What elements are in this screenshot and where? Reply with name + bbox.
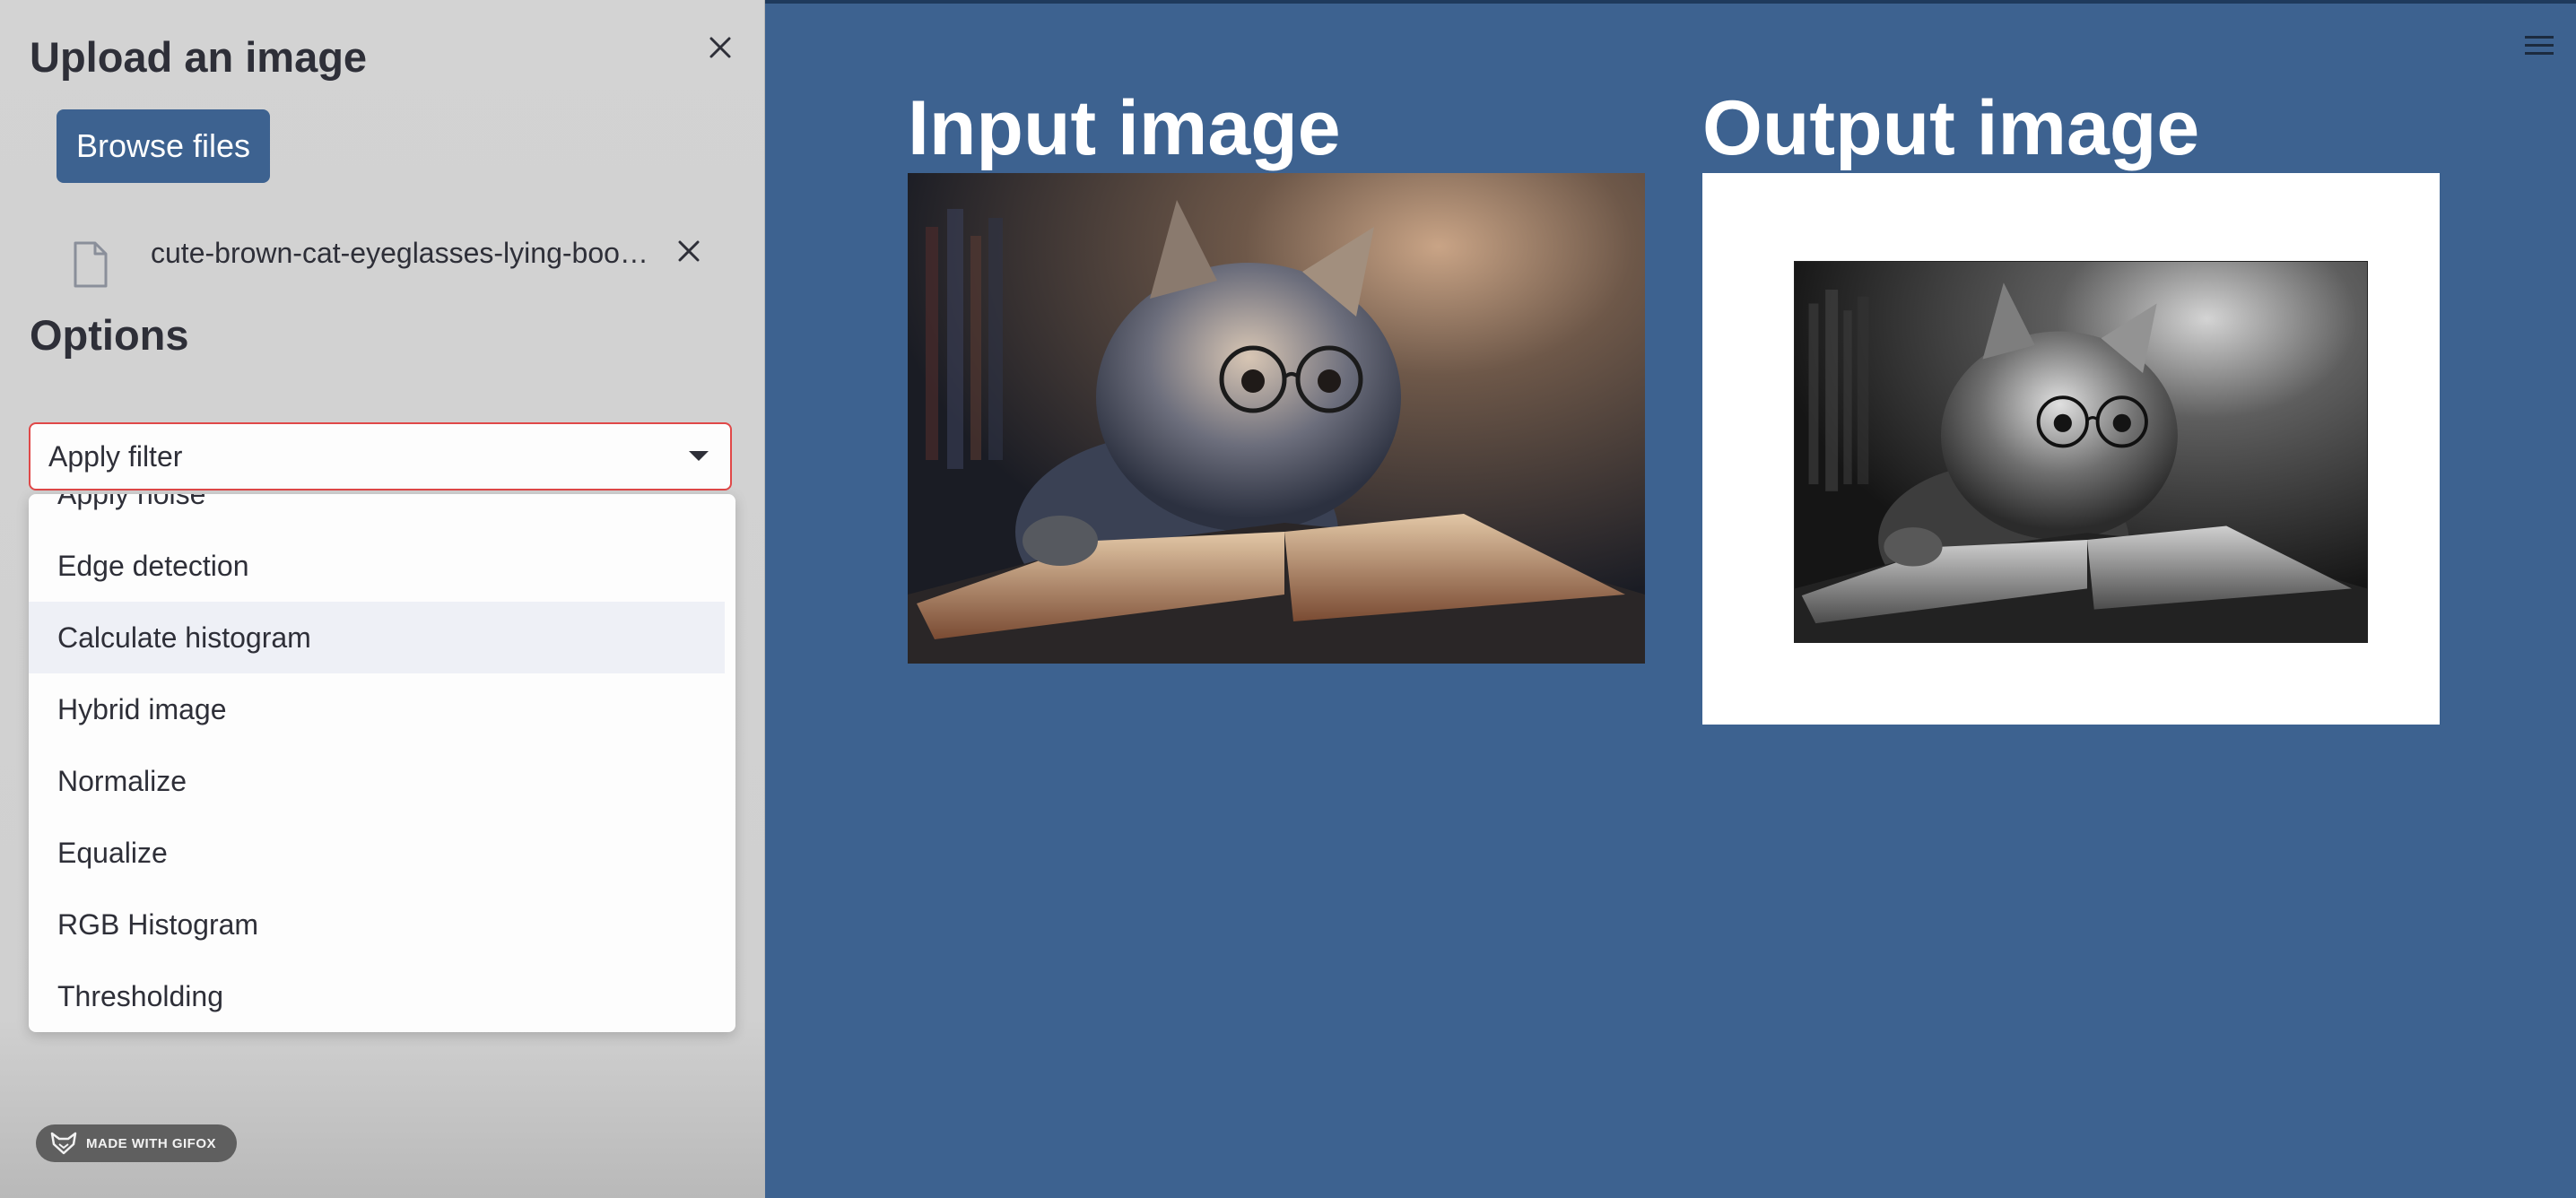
remove-file-button[interactable]: [671, 233, 707, 269]
output-image: [1794, 261, 2368, 643]
fox-icon: [50, 1132, 77, 1155]
input-image: [908, 173, 1645, 664]
sidebar: Upload an image Browse files cute-brown-…: [0, 0, 765, 1198]
gifox-badge: MADE WITH GIFOX: [36, 1124, 237, 1162]
chevron-down-icon: [689, 451, 709, 461]
close-icon: [709, 37, 731, 58]
dropdown-item-equalize[interactable]: Equalize: [29, 817, 725, 889]
remove-file-icon: [678, 240, 700, 262]
filter-select[interactable]: Apply filter: [29, 422, 732, 490]
filter-dropdown-menu: Apply noise Edge detection Calculate his…: [29, 494, 735, 1032]
input-image-title: Input image: [908, 85, 1341, 171]
dropdown-item-rgb-histogram[interactable]: RGB Histogram: [29, 889, 725, 960]
options-title: Options: [30, 311, 189, 359]
sidebar-close-button[interactable]: [701, 29, 739, 66]
upload-title: Upload an image: [30, 33, 368, 81]
dropdown-item-apply-noise[interactable]: Apply noise: [29, 494, 725, 530]
dropdown-item-hybrid-image[interactable]: Hybrid image: [29, 673, 725, 745]
dropdown-item-thresholding[interactable]: Thresholding: [29, 960, 725, 1032]
uploaded-file-name: cute-brown-cat-eyeglasses-lying-book-c..…: [151, 237, 662, 269]
gifox-badge-text: MADE WITH GIFOX: [86, 1135, 216, 1151]
filter-select-value: Apply filter: [48, 440, 183, 473]
output-image-card: [1702, 173, 2440, 725]
dropdown-item-normalize[interactable]: Normalize: [29, 745, 725, 817]
browse-files-button[interactable]: Browse files: [57, 109, 270, 183]
file-icon: [74, 241, 108, 288]
dropdown-item-edge-detection[interactable]: Edge detection: [29, 530, 725, 602]
hamburger-menu-icon[interactable]: [2525, 34, 2554, 57]
output-image-title: Output image: [1702, 85, 2200, 171]
dropdown-item-calculate-histogram[interactable]: Calculate histogram: [29, 602, 725, 673]
